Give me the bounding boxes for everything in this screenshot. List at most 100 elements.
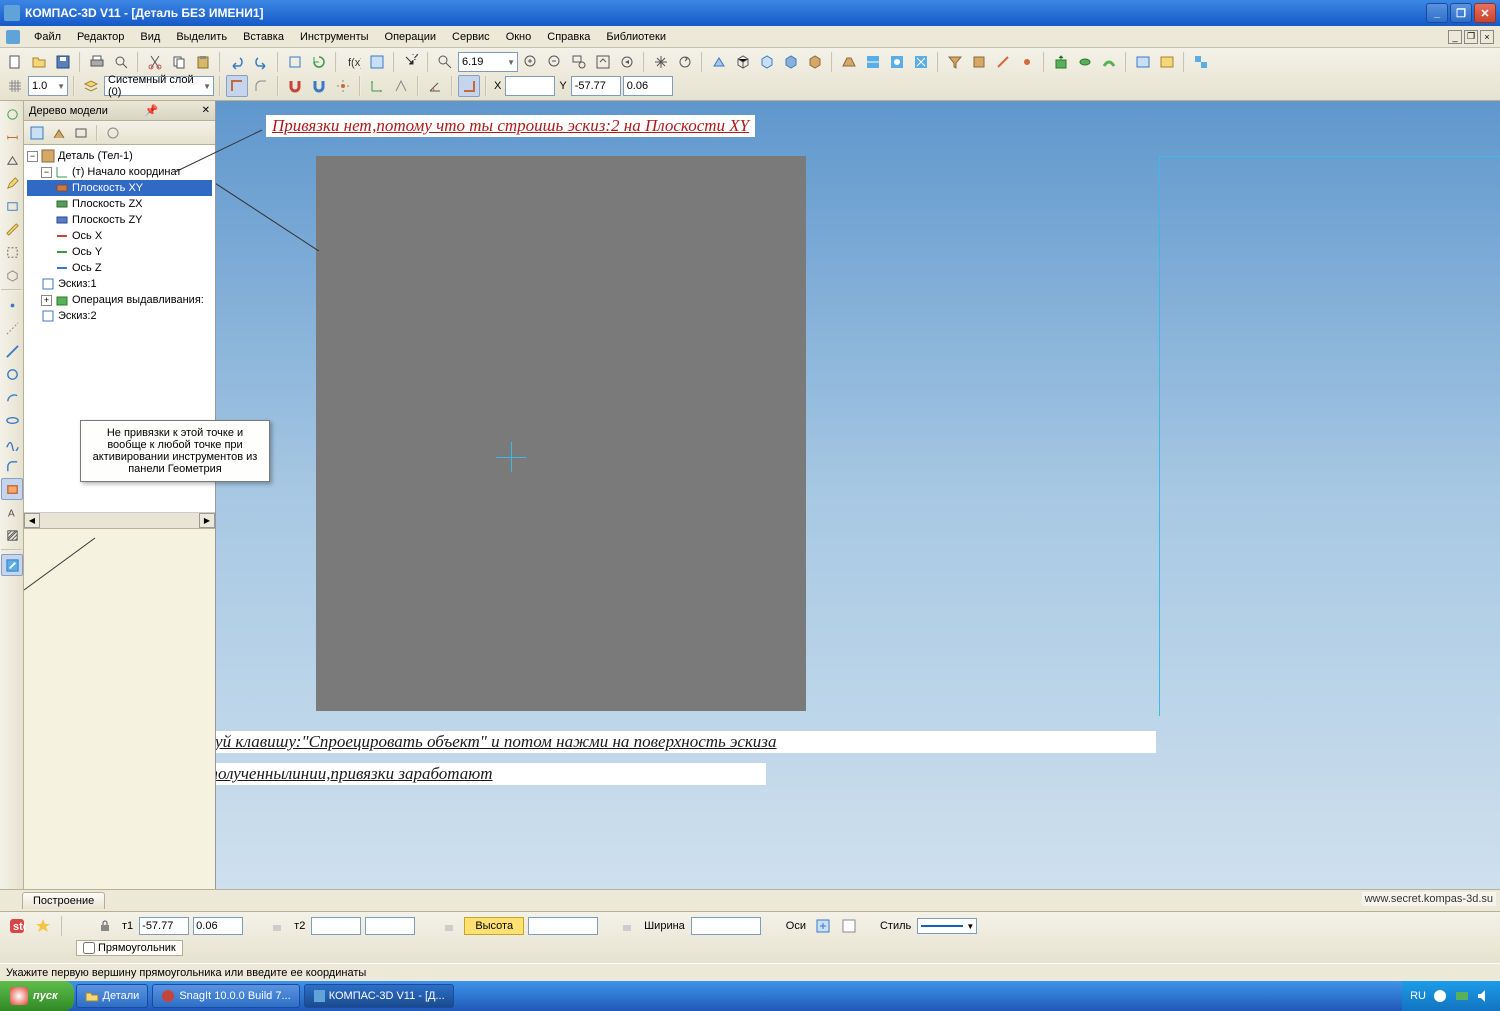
zoom-in-button[interactable] — [520, 51, 542, 73]
orient-button[interactable] — [708, 51, 730, 73]
zoom-button[interactable] — [434, 51, 456, 73]
rectangle-tool[interactable] — [1, 478, 23, 500]
prop-h-lock[interactable] — [438, 915, 460, 937]
tree-origin[interactable]: − (т) Начало координат — [27, 164, 212, 180]
variables-button[interactable] — [366, 51, 388, 73]
tray-lang[interactable]: RU — [1410, 990, 1426, 1002]
pan-button[interactable] — [650, 51, 672, 73]
persp-button[interactable] — [838, 51, 860, 73]
menu-insert[interactable]: Вставка — [235, 29, 292, 45]
view2-button[interactable] — [886, 51, 908, 73]
doc-close[interactable]: × — [1480, 30, 1494, 44]
minimize-button[interactable]: _ — [1426, 3, 1448, 23]
grid-button[interactable] — [4, 75, 26, 97]
canvas[interactable]: Привязки нет,потому что ты строишь эскиз… — [216, 101, 1500, 889]
sweep-button[interactable] — [1098, 51, 1120, 73]
snap-button[interactable] — [308, 75, 330, 97]
prop-t1-lock[interactable] — [94, 915, 116, 937]
zoom-prev-button[interactable] — [616, 51, 638, 73]
arc-tool[interactable] — [1, 386, 23, 408]
zoom-fit-button[interactable] — [592, 51, 614, 73]
layer-dropdown[interactable]: Системный слой (0) — [104, 76, 214, 96]
tree-view1-button[interactable] — [49, 123, 69, 143]
tray-volume-icon[interactable] — [1476, 988, 1492, 1004]
filter-vertex-button[interactable] — [1016, 51, 1038, 73]
system-tray[interactable]: RU — [1402, 981, 1500, 1011]
edit-tool[interactable] — [1, 172, 23, 194]
menu-window[interactable]: Окно — [498, 29, 540, 45]
menu-tools[interactable]: Инструменты — [292, 29, 377, 45]
preview-button[interactable] — [110, 51, 132, 73]
view3-button[interactable] — [910, 51, 932, 73]
doc-minimize[interactable]: _ — [1448, 30, 1462, 44]
snap-config-button[interactable] — [332, 75, 354, 97]
coord-z-input[interactable] — [623, 76, 673, 96]
circle-tool[interactable] — [1, 363, 23, 385]
menu-view[interactable]: Вид — [132, 29, 168, 45]
open-button[interactable] — [28, 51, 50, 73]
prop-t1x-input[interactable] — [139, 917, 189, 935]
extrude-button[interactable] — [1050, 51, 1072, 73]
prop-width-input[interactable] — [691, 917, 761, 935]
shaded-edges-button[interactable] — [804, 51, 826, 73]
param-mode-button[interactable] — [458, 75, 480, 97]
fillet-tool[interactable] — [1, 455, 23, 477]
windows-button[interactable] — [1190, 51, 1212, 73]
tray-icon-1[interactable] — [1432, 988, 1448, 1004]
tree-axis-z[interactable]: Ось Z — [27, 260, 212, 276]
tree-plane-zx[interactable]: Плоскость ZX — [27, 196, 212, 212]
tree-hscroll[interactable]: ◀▶ — [24, 512, 215, 528]
start-button[interactable]: пуск — [0, 981, 74, 1011]
filter-edge-button[interactable] — [992, 51, 1014, 73]
undo-button[interactable] — [226, 51, 248, 73]
lib2-button[interactable] — [1156, 51, 1178, 73]
prop-axis-off[interactable] — [838, 915, 860, 937]
doc-restore[interactable]: ❐ — [1464, 30, 1478, 44]
ortho-button[interactable] — [226, 75, 248, 97]
prop-axis-on[interactable] — [812, 915, 834, 937]
zoom-out-button[interactable] — [544, 51, 566, 73]
menu-libraries[interactable]: Библиотеки — [598, 29, 674, 45]
spline-tool[interactable] — [1, 432, 23, 454]
tray-icon-2[interactable] — [1454, 988, 1470, 1004]
task-item-1[interactable]: Детали — [76, 984, 149, 1008]
properties-button[interactable]: f(x) — [342, 51, 364, 73]
hlr-button[interactable] — [756, 51, 778, 73]
lib1-button[interactable] — [1132, 51, 1154, 73]
menu-help[interactable]: Справка — [539, 29, 598, 45]
tree-axis-x[interactable]: Ось X — [27, 228, 212, 244]
menu-file[interactable]: Файл — [26, 29, 69, 45]
refresh-button[interactable] — [308, 51, 330, 73]
filter-face-button[interactable] — [968, 51, 990, 73]
tree-plane-xy[interactable]: Плоскость XY — [27, 180, 212, 196]
prop-t2-lock[interactable] — [266, 915, 288, 937]
layer-button[interactable] — [80, 75, 102, 97]
menu-edit[interactable]: Редактор — [69, 29, 132, 45]
lcs-button[interactable] — [390, 75, 412, 97]
line-tool[interactable] — [1, 340, 23, 362]
rotate-button[interactable] — [674, 51, 696, 73]
text-tool[interactable]: A — [1, 501, 23, 523]
zoom-dropdown[interactable]: 6.19 — [458, 52, 518, 72]
bottom-tab-build[interactable]: Построение — [22, 892, 105, 909]
zoom-window-button[interactable] — [568, 51, 590, 73]
prop-height-input[interactable] — [528, 917, 598, 935]
prop-t1y-input[interactable] — [193, 917, 243, 935]
task-item-3[interactable]: КОМПАС-3D V11 - [Д... — [304, 984, 454, 1008]
menu-select[interactable]: Выделить — [168, 29, 235, 45]
close-button[interactable]: ✕ — [1474, 3, 1496, 23]
angle-button[interactable] — [424, 75, 446, 97]
tree-close-icon[interactable]: ✕ — [202, 105, 210, 116]
shaded-button[interactable] — [780, 51, 802, 73]
cut-button[interactable] — [144, 51, 166, 73]
prop-height-label[interactable]: Высота — [464, 917, 524, 935]
prop-style-dropdown[interactable]: ▼ — [917, 918, 977, 934]
tree-view2-button[interactable] — [71, 123, 91, 143]
point-tool[interactable] — [1, 294, 23, 316]
round-button[interactable] — [250, 75, 272, 97]
help-arrow-button[interactable]: ? — [400, 51, 422, 73]
project-tool[interactable] — [1, 554, 23, 576]
copy-button[interactable] — [168, 51, 190, 73]
geometry-tool[interactable] — [1, 103, 23, 125]
prop-w-lock[interactable] — [616, 915, 638, 937]
